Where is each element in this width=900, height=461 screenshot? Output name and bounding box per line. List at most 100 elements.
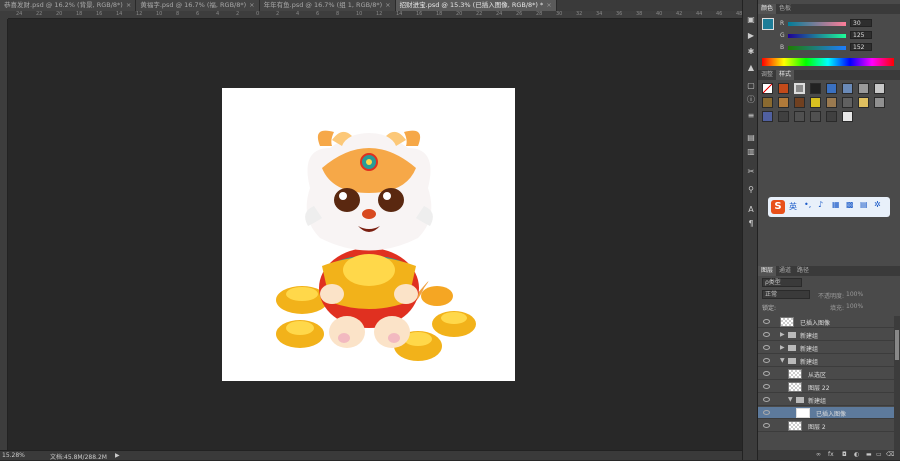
- style-swatch-none[interactable]: [762, 83, 773, 94]
- style-swatch[interactable]: [778, 97, 789, 108]
- clone-source-icon[interactable]: ✂: [745, 166, 757, 178]
- group-expand-icon[interactable]: ▼: [788, 396, 793, 403]
- character-icon[interactable]: A: [745, 204, 757, 216]
- blend-mode-select[interactable]: 正常: [762, 290, 810, 299]
- layer-row[interactable]: 已插入图像: [758, 407, 894, 419]
- tab-color[interactable]: 颜色: [758, 4, 777, 14]
- ime-toolbar[interactable]: S 英 •, ♪ ▦ ▩ ▤ ✲: [768, 197, 890, 217]
- green-slider[interactable]: [788, 34, 846, 38]
- red-slider[interactable]: [788, 22, 846, 26]
- tab-styles[interactable]: 样式: [776, 70, 795, 80]
- layer-comps-icon[interactable]: ▤: [745, 132, 757, 144]
- style-swatch[interactable]: [778, 83, 789, 94]
- group-expand-icon[interactable]: ▶: [780, 331, 785, 338]
- layer-filter-select[interactable]: ρ类型: [762, 278, 802, 287]
- color-spectrum-bar[interactable]: [762, 58, 894, 66]
- microphone-icon[interactable]: ♪: [818, 200, 823, 209]
- layer-row[interactable]: 已插入图像: [758, 316, 894, 328]
- tab-swatches[interactable]: 色板: [776, 4, 794, 14]
- brush-settings-icon[interactable]: ✱: [745, 46, 757, 58]
- tab-adjustments[interactable]: 调整: [758, 70, 776, 80]
- style-swatch[interactable]: [778, 111, 789, 122]
- style-swatch[interactable]: [794, 97, 805, 108]
- style-swatch[interactable]: [810, 83, 821, 94]
- layer-row[interactable]: 图层 22: [758, 381, 894, 393]
- style-swatch[interactable]: [858, 83, 869, 94]
- visibility-eye-icon[interactable]: [763, 358, 770, 363]
- trash-icon[interactable]: ⌫: [886, 451, 894, 458]
- opacity-input[interactable]: 100%: [846, 291, 863, 298]
- link-layers-icon[interactable]: ∞: [816, 451, 821, 458]
- visibility-eye-icon[interactable]: [763, 410, 770, 415]
- visibility-eye-icon[interactable]: [763, 423, 770, 428]
- scroll-thumb[interactable]: [895, 330, 899, 360]
- red-value-input[interactable]: 30: [850, 19, 872, 27]
- layer-row[interactable]: ▶ 新建组: [758, 329, 894, 341]
- green-value-input[interactable]: 125: [850, 31, 872, 39]
- style-swatch-selected[interactable]: [794, 83, 805, 94]
- close-icon[interactable]: ×: [385, 1, 390, 9]
- style-swatch[interactable]: [842, 97, 853, 108]
- info-icon[interactable]: ⓘ: [745, 94, 757, 106]
- layer-row[interactable]: ▼ 新建组: [758, 394, 894, 406]
- paragraph-icon[interactable]: ¶: [745, 218, 757, 230]
- layer-row[interactable]: ▼ 新建组: [758, 355, 894, 367]
- tab-layers[interactable]: 图层: [758, 266, 777, 276]
- foreground-color-swatch[interactable]: [762, 18, 774, 30]
- punctuation-icon[interactable]: •,: [804, 200, 811, 209]
- notes-icon[interactable]: ▥: [745, 146, 757, 158]
- visibility-eye-icon[interactable]: [763, 319, 770, 324]
- layer-style-icon[interactable]: fx: [828, 451, 834, 458]
- vertical-ruler[interactable]: [0, 19, 8, 450]
- blue-value-input[interactable]: 152: [850, 43, 872, 51]
- blue-slider[interactable]: [788, 46, 846, 50]
- style-swatch[interactable]: [858, 97, 869, 108]
- style-swatch[interactable]: [762, 97, 773, 108]
- visibility-eye-icon[interactable]: [763, 384, 770, 389]
- tab-paths[interactable]: 路径: [794, 266, 812, 276]
- tab-doc-1[interactable]: 恭喜发财.psd @ 16.2% (背景, RGB/8*) ×: [0, 0, 137, 11]
- close-icon[interactable]: ×: [126, 1, 131, 9]
- style-swatch[interactable]: [842, 83, 853, 94]
- visibility-eye-icon[interactable]: [763, 345, 770, 350]
- style-swatch[interactable]: [794, 111, 805, 122]
- visibility-eye-icon[interactable]: [763, 397, 770, 402]
- skin-icon[interactable]: ▩: [846, 200, 854, 209]
- group-expand-icon[interactable]: ▼: [780, 357, 785, 364]
- close-icon[interactable]: ×: [249, 1, 254, 9]
- style-swatch[interactable]: [826, 111, 837, 122]
- style-swatch[interactable]: [810, 111, 821, 122]
- navigator-icon[interactable]: ▢: [745, 80, 757, 92]
- ime-language-toggle[interactable]: 英: [789, 201, 797, 212]
- layers-scrollbar[interactable]: [894, 316, 900, 450]
- document-canvas[interactable]: [222, 88, 515, 381]
- properties-icon[interactable]: ≡: [745, 110, 757, 122]
- tab-doc-2[interactable]: 黄福字.psd @ 16.7% (福, RGB/8*) ×: [136, 0, 260, 11]
- mask-icon[interactable]: ◘: [842, 451, 847, 458]
- fill-input[interactable]: 100%: [846, 303, 863, 310]
- style-swatch[interactable]: [810, 97, 821, 108]
- style-swatch[interactable]: [842, 111, 853, 122]
- tab-doc-4[interactable]: 招财进宝.psd @ 15.3% (已插入图像, RGB/8*) * ×: [395, 0, 557, 11]
- style-swatch[interactable]: [826, 97, 837, 108]
- visibility-eye-icon[interactable]: [763, 332, 770, 337]
- new-group-icon[interactable]: ▬: [866, 451, 872, 458]
- adjustment-layer-icon[interactable]: ◐: [854, 451, 859, 458]
- horizontal-ruler[interactable]: 24 22 20 18 16 14 12 10 8 6 4 2 0 2 4 6 8 10 12 14 16 18 20 22 2…: [8, 11, 742, 19]
- keyboard-icon[interactable]: ▦: [832, 200, 840, 209]
- zoom-level[interactable]: 15.28%: [2, 452, 25, 459]
- status-menu-arrow-icon[interactable]: ▶: [115, 452, 120, 459]
- toolbox-icon[interactable]: ▤: [860, 200, 868, 209]
- group-expand-icon[interactable]: ▶: [780, 344, 785, 351]
- history-icon[interactable]: ▣: [745, 14, 757, 26]
- layer-row[interactable]: ▶ 新建组: [758, 342, 894, 354]
- tool-presets-icon[interactable]: ⚲: [745, 184, 757, 196]
- close-icon[interactable]: ×: [546, 1, 551, 9]
- layer-row[interactable]: 从选区: [758, 368, 894, 380]
- visibility-eye-icon[interactable]: [763, 371, 770, 376]
- layer-row[interactable]: 图层 2: [758, 420, 894, 432]
- histogram-icon[interactable]: ▲: [745, 62, 757, 74]
- ruler-corner[interactable]: [0, 11, 8, 19]
- settings-icon[interactable]: ✲: [874, 200, 881, 209]
- tab-channels[interactable]: 通道: [776, 266, 794, 276]
